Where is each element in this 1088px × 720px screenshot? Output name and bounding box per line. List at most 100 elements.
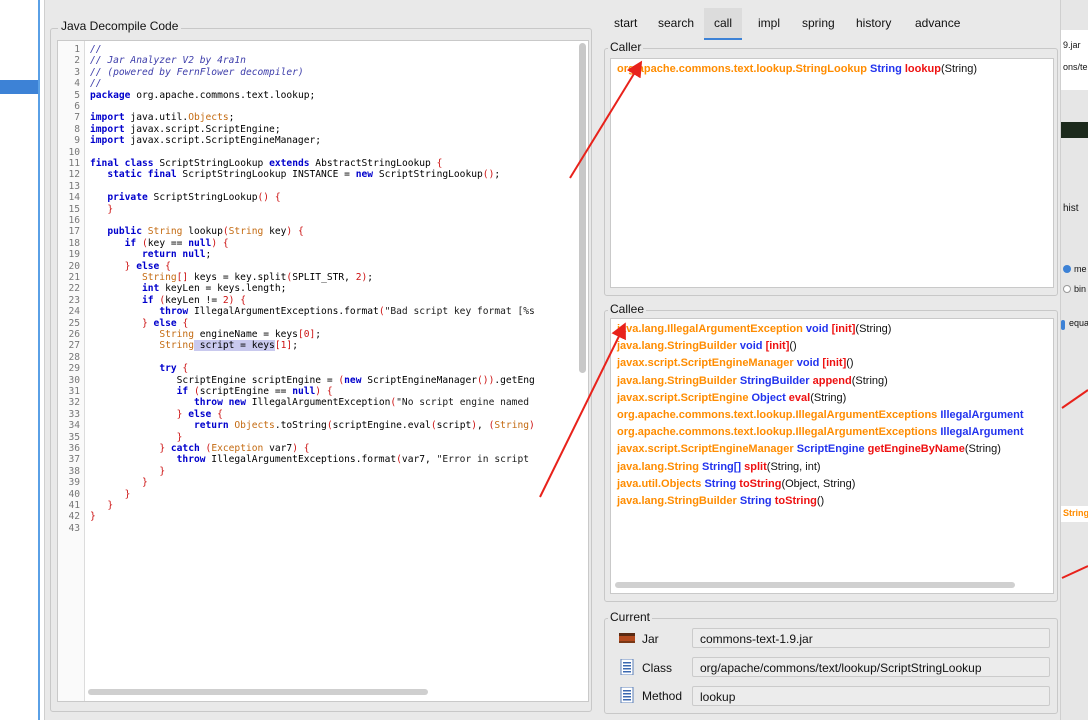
line-number: 3 (74, 66, 80, 78)
code-line: package org.apache.commons.text.lookup; (90, 89, 316, 101)
method-row[interactable]: java.lang.IllegalArgumentException void … (617, 323, 891, 335)
code-line: public String lookup(String key) { (107, 226, 304, 238)
code-line: } (159, 465, 166, 477)
right-strip-field-area (1061, 30, 1088, 90)
return-type: ScriptEngine (796, 443, 865, 456)
code-line: return Objects.toString(scriptEngine.eva… (193, 420, 535, 432)
radio-selected-icon[interactable] (1063, 265, 1071, 273)
line-number: 5 (74, 89, 80, 101)
code-line: // Jar Analyzer V2 by 4ra1n (90, 55, 246, 67)
code-horizontal-scrollbar[interactable] (88, 689, 428, 695)
method-args: (String) (964, 443, 1001, 456)
radio-unselected-icon[interactable] (1063, 285, 1071, 293)
line-number: 29 (68, 363, 80, 375)
code-line: // (90, 78, 102, 90)
code-line: // (powered by FernFlower decompiler) (90, 66, 304, 78)
method-row[interactable]: javax.script.ScriptEngineManager ScriptE… (617, 443, 1001, 455)
line-number: 7 (74, 112, 80, 124)
method-row[interactable]: java.util.Objects String toString(Object… (617, 478, 855, 490)
code-line: throw IllegalArgumentExceptions.format(v… (176, 454, 529, 466)
class-field[interactable]: org/apache/commons/text/lookup/ScriptStr… (692, 657, 1050, 677)
tab-impl[interactable]: impl (758, 16, 780, 30)
method-name: [init] (765, 340, 790, 353)
code-line: } catch (Exception var7) { (159, 443, 310, 454)
line-number: 41 (68, 500, 80, 511)
code-line: static final ScriptStringLookup INSTANCE… (107, 169, 501, 181)
code-vertical-scrollbar[interactable] (579, 43, 586, 373)
method-args: () (846, 357, 854, 370)
line-number: 4 (74, 78, 80, 90)
method-name: eval (788, 391, 811, 404)
method-row[interactable]: org.apache.commons.text.lookup.IllegalAr… (617, 426, 1023, 438)
right-strip-path-text: ons/te (1063, 62, 1088, 72)
right-strip-toggle-edge[interactable] (1061, 320, 1065, 330)
return-type: void (805, 323, 829, 335)
tab-history[interactable]: history (856, 16, 891, 30)
code-line: import java.util.Objects; (90, 112, 235, 124)
method-row[interactable]: org.apache.commons.text.lookup.StringLoo… (617, 63, 977, 75)
callee-horizontal-scrollbar[interactable] (615, 582, 1015, 588)
line-number: 19 (68, 249, 80, 261)
method-row[interactable]: java.lang.StringBuilder StringBuilder ap… (617, 375, 888, 387)
line-number: 6 (74, 101, 80, 112)
caller-list[interactable]: org.apache.commons.text.lookup.StringLoo… (610, 58, 1054, 288)
package-name: org.apache.commons.text.lookup.StringLoo… (617, 63, 867, 75)
code-line: } (141, 477, 148, 489)
package-name: javax.script.ScriptEngineManager (617, 443, 794, 456)
tab-call[interactable]: call (704, 8, 743, 40)
line-number: 21 (68, 272, 80, 283)
method-row[interactable]: javax.script.ScriptEngineManager void [i… (617, 357, 854, 369)
line-number: 25 (68, 317, 80, 329)
line-number: 36 (68, 443, 80, 454)
method-row[interactable]: java.lang.String String[] split(String, … (617, 461, 821, 473)
right-strip-option-2[interactable]: bin (1074, 284, 1086, 294)
right-strip-option-1[interactable]: me (1074, 264, 1087, 274)
package-name: java.lang.IllegalArgumentException (617, 323, 803, 335)
method-row[interactable]: java.lang.StringBuilder String toString(… (617, 495, 824, 507)
tab-advance[interactable]: advance (915, 16, 960, 30)
line-number: 8 (74, 123, 80, 135)
code-line: import javax.script.ScriptEngineManager; (90, 135, 322, 147)
right-strip-option-3[interactable]: equal (1069, 318, 1088, 328)
line-number-gutter: 1 2 3 4 5 6 7 8 9 10 11 12 13 14 15 16 17 18 19 20 21 22 23 24 2… (58, 41, 85, 701)
line-number: 9 (74, 135, 80, 147)
code-line: if (keyLen != 2) { (141, 294, 246, 306)
tab-start[interactable]: start (614, 16, 637, 30)
line-number: 13 (68, 180, 80, 192)
return-type: String (870, 63, 902, 75)
tab-spring[interactable]: spring (802, 16, 835, 30)
code-editor[interactable]: 1 2 3 4 5 6 7 8 9 10 11 12 13 14 15 16 17 18 19 20 21 22 23 24 2… (57, 40, 589, 702)
line-number: 27 (68, 340, 80, 352)
method-row[interactable]: javax.script.ScriptEngine Object eval(St… (617, 392, 846, 404)
code-line: try { (159, 363, 189, 375)
right-strip-hist-tab[interactable]: hist (1063, 203, 1079, 214)
sidebar-selected-item[interactable] (0, 80, 40, 94)
jar-field[interactable]: commons-text-1.9.jar (692, 628, 1050, 648)
code-line: } (90, 511, 96, 523)
package-name: org.apache.commons.text.lookup.IllegalAr… (617, 426, 938, 439)
method-row[interactable]: java.lang.StringBuilder void [init]() (617, 340, 797, 352)
package-name: java.util.Objects (617, 477, 702, 490)
callee-list[interactable]: java.lang.IllegalArgumentException void … (610, 318, 1054, 594)
method-args: (String) (810, 391, 847, 404)
return-type: String[] (701, 460, 742, 473)
tab-bar: start search call impl spring history ad… (600, 8, 1060, 40)
code-line: if (scriptEngine == null) { (176, 386, 333, 397)
method-field[interactable]: lookup (692, 686, 1050, 706)
tab-search[interactable]: search (658, 16, 694, 30)
sidebar-edge (38, 0, 40, 720)
line-number: 16 (68, 215, 80, 226)
code-line: throw IllegalArgumentExceptions.format("… (159, 306, 535, 318)
code-line: throw new IllegalArgumentException("No s… (193, 397, 530, 409)
line-number: 34 (68, 420, 80, 432)
line-number: 11 (68, 158, 80, 169)
method-name: [init] (822, 357, 847, 370)
method-name: toString (739, 477, 782, 490)
method-row[interactable]: org.apache.commons.text.lookup.IllegalAr… (617, 409, 1023, 421)
return-type: String (704, 477, 737, 490)
code-line: ScriptEngine scriptEngine = (new ScriptE… (90, 374, 535, 386)
code-line: } (107, 203, 114, 215)
right-strip-string-text: String (1063, 508, 1088, 518)
package-name: javax.script.ScriptEngineManager (617, 357, 794, 370)
line-number: 22 (68, 283, 80, 295)
